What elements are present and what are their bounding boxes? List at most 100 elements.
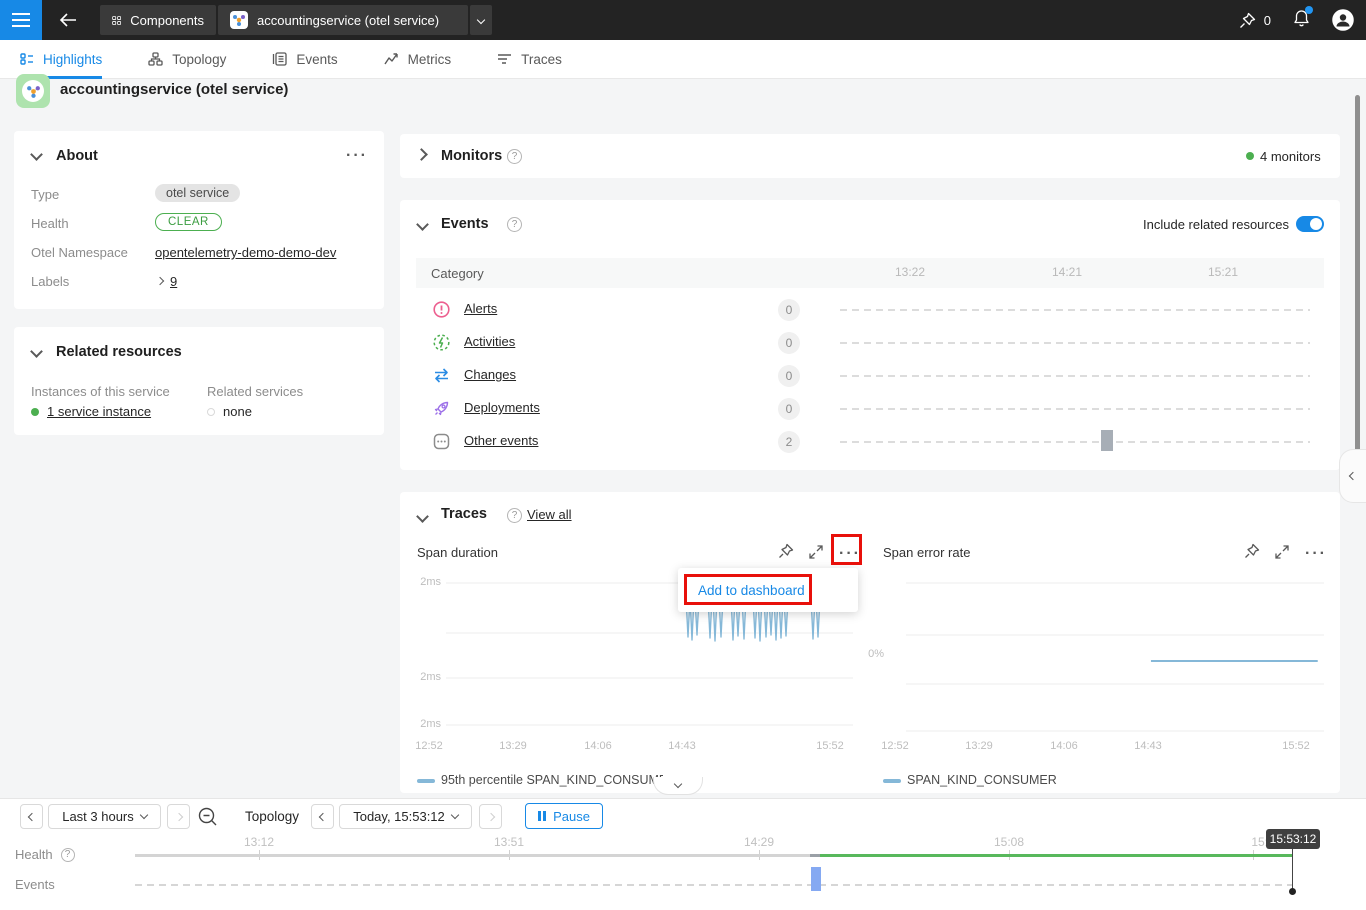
span-error-rate-legend-label: SPAN_KIND_CONSUMER <box>907 773 1107 787</box>
otel-service-icon <box>230 11 248 29</box>
other-events-link[interactable]: Other events <box>464 433 538 448</box>
service-instance-link[interactable]: 1 service instance <box>47 404 151 419</box>
monitors-help-icon[interactable]: ? <box>507 149 522 164</box>
instances-health-dot <box>31 408 39 416</box>
health-row-label: Health ? <box>15 847 75 862</box>
deployments-count-badge: 0 <box>778 398 800 420</box>
tab-metrics[interactable]: Metrics <box>384 40 452 79</box>
labels-count-link[interactable]: 9 <box>170 274 177 289</box>
namespace-link[interactable]: opentelemetry-demo-demo-dev <box>155 245 336 260</box>
activities-count-badge: 0 <box>778 332 800 354</box>
tab-events[interactable]: Events <box>272 40 337 79</box>
labels-expand-icon[interactable] <box>156 277 164 285</box>
activities-link[interactable]: Activities <box>464 334 515 349</box>
pin-count: 0 <box>1264 13 1271 28</box>
include-related-toggle[interactable] <box>1296 216 1324 232</box>
timeline-label-3: 14:29 <box>729 835 789 849</box>
deployments-timeline <box>840 408 1310 410</box>
changes-count-badge: 0 <box>778 365 800 387</box>
time-range-dropdown[interactable]: Last 3 hours <box>48 804 161 829</box>
span-error-rate-pin-icon[interactable] <box>1244 543 1260 559</box>
traces-card: Traces ? View all Span duration ··· 2ms … <box>400 492 1340 793</box>
span-duration-pin-icon[interactable] <box>778 543 794 559</box>
hamburger-menu-icon[interactable] <box>0 0 42 40</box>
range-next-button[interactable] <box>167 804 190 829</box>
other-events-bar[interactable] <box>1101 430 1113 451</box>
changes-link[interactable]: Changes <box>464 367 516 382</box>
notifications-button[interactable] <box>1293 9 1310 32</box>
tab-topology[interactable]: Topology <box>148 40 226 79</box>
range-prev-button[interactable] <box>20 804 43 829</box>
collapse-events-icon[interactable] <box>416 218 429 231</box>
deployments-link[interactable]: Deployments <box>464 400 540 415</box>
span-error-rate-more-icon[interactable]: ··· <box>1305 549 1327 559</box>
right-panel-collapse-handle[interactable] <box>1339 449 1366 503</box>
datetime-prev-button[interactable] <box>311 804 334 829</box>
activity-icon <box>433 334 450 351</box>
events-time-header-1: 13:22 <box>880 265 940 279</box>
collapse-related-icon[interactable] <box>30 345 43 358</box>
type-label: Type <box>31 187 59 202</box>
changes-timeline <box>840 375 1310 377</box>
tab-service[interactable]: accountingservice (otel service) <box>218 5 468 35</box>
collapse-about-icon[interactable] <box>30 148 43 161</box>
chevron-left-icon <box>1349 472 1357 480</box>
table-row-activities: Activities 0 <box>416 326 1324 359</box>
time-cursor-line[interactable] <box>1292 849 1293 890</box>
other-events-count-badge: 2 <box>778 431 800 453</box>
health-timeline-gray[interactable] <box>135 854 810 857</box>
expand-monitors-icon[interactable] <box>415 148 428 161</box>
span-duration-more-icon[interactable]: ··· <box>839 549 861 559</box>
user-avatar[interactable] <box>1332 9 1354 31</box>
section-collapse-handle[interactable] <box>653 777 703 795</box>
health-timeline-unknown[interactable] <box>810 854 820 857</box>
span-duration-title: Span duration <box>417 545 498 560</box>
tab-dropdown-button[interactable] <box>470 5 492 35</box>
ser-xtick-2: 13:29 <box>954 740 1004 752</box>
health-label: Health <box>31 216 69 231</box>
tab-highlights[interactable]: Highlights <box>20 40 102 79</box>
alerts-link[interactable]: Alerts <box>464 301 497 316</box>
about-more-icon[interactable]: ··· <box>346 151 368 161</box>
tab-components-label: Components <box>130 13 204 28</box>
sd-xtick-2: 13:29 <box>488 740 538 752</box>
vertical-scrollbar[interactable] <box>1355 95 1360 455</box>
datetime-next-button[interactable] <box>479 804 502 829</box>
span-duration-ytick-2: 2ms <box>400 671 441 683</box>
events-timeline-bar[interactable] <box>811 867 821 891</box>
span-error-rate-chart[interactable] <box>906 575 1324 740</box>
events-timeline-dashed[interactable] <box>135 884 1292 886</box>
span-error-rate-title: Span error rate <box>883 545 970 560</box>
collapse-traces-icon[interactable] <box>416 510 429 523</box>
time-cursor-handle[interactable] <box>1289 888 1296 895</box>
time-cursor-tooltip: 15:53:12 <box>1266 829 1320 849</box>
traces-icon <box>497 52 512 66</box>
back-arrow-icon <box>59 13 77 27</box>
health-help-icon[interactable]: ? <box>61 848 75 862</box>
traces-help-icon[interactable]: ? <box>507 508 522 523</box>
datetime-dropdown[interactable]: Today, 15:53:12 <box>339 804 472 829</box>
add-to-dashboard-menu-item[interactable]: Add to dashboard <box>698 583 805 598</box>
tab-traces[interactable]: Traces <box>497 40 562 79</box>
view-all-link[interactable]: View all <box>527 507 572 522</box>
pinned-items-button[interactable]: 0 <box>1239 12 1271 29</box>
zoom-out-icon[interactable] <box>197 806 219 828</box>
tab-components[interactable]: Components <box>100 5 216 35</box>
span-error-rate-legend-swatch <box>883 779 901 783</box>
events-help-icon[interactable]: ? <box>507 217 522 232</box>
pause-button[interactable]: Pause <box>525 803 603 829</box>
span-error-rate-expand-icon[interactable] <box>1274 544 1290 560</box>
span-duration-expand-icon[interactable] <box>808 544 824 560</box>
events-icon <box>272 52 287 66</box>
view-tabs: Highlights Topology Events Metrics Trace… <box>0 40 1366 79</box>
related-services-label: Related services <box>207 384 303 399</box>
category-header: Category <box>431 266 484 281</box>
tab-topology-label: Topology <box>172 40 226 79</box>
health-timeline-green[interactable] <box>820 854 1292 857</box>
sd-xtick-1: 12:52 <box>404 740 454 752</box>
span-duration-legend-swatch <box>417 779 435 783</box>
type-value-pill: otel service <box>155 184 240 202</box>
back-button[interactable] <box>56 8 80 32</box>
monitors-title: Monitors <box>441 148 502 164</box>
tab-service-label: accountingservice (otel service) <box>257 13 439 28</box>
